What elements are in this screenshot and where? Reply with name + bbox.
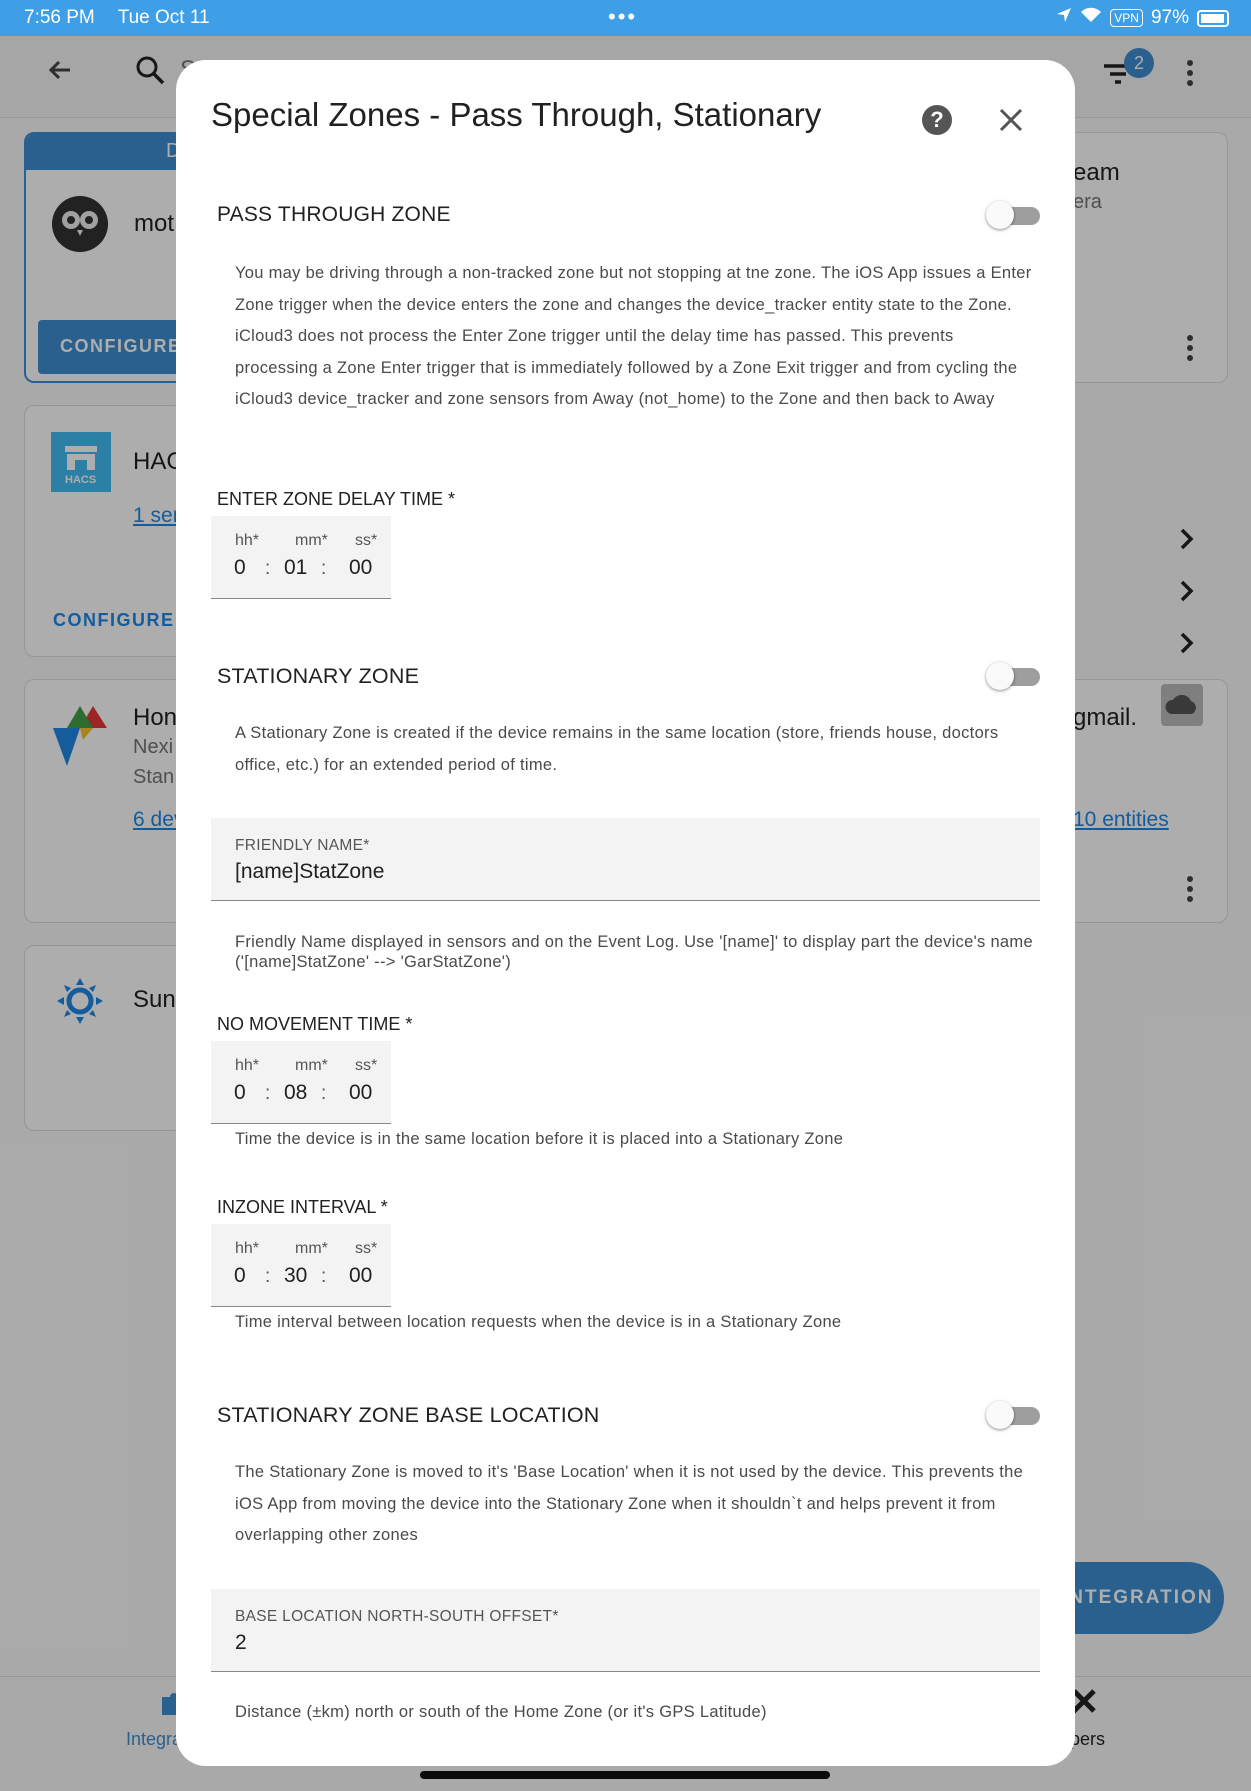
friendly-name-label: FRIENDLY NAME* (235, 837, 370, 854)
hours-label: hh* (235, 1057, 260, 1074)
special-zones-dialog: Special Zones - Pass Through, Stationary… (176, 60, 1075, 1766)
pass-through-toggle[interactable] (986, 201, 1040, 229)
ns-offset-field[interactable]: BASE LOCATION NORTH-SOUTH OFFSET* 2 (211, 1589, 1040, 1672)
minutes-value[interactable]: 08 (284, 1081, 307, 1105)
status-time: 7:56 PM (24, 7, 95, 28)
no-movement-time-input[interactable]: hh* mm* ss* 0 : 08 : 00 (211, 1041, 391, 1124)
seconds-value[interactable]: 00 (349, 556, 372, 580)
battery-percent: 97% (1150, 7, 1189, 28)
base-location-description: The Stationary Zone is moved to it's 'Ba… (235, 1463, 1024, 1544)
seconds-label: ss* (355, 532, 378, 549)
seconds-label: ss* (355, 1057, 378, 1074)
ns-offset-label: BASE LOCATION NORTH-SOUTH OFFSET* (235, 1608, 559, 1625)
minutes-value[interactable]: 01 (284, 556, 307, 580)
hours-value[interactable]: 0 (234, 556, 246, 580)
stationary-zone-toggle[interactable] (986, 662, 1040, 690)
multitasking-dots[interactable]: ••• (608, 4, 637, 30)
minutes-label: mm* (295, 1057, 328, 1074)
seconds-value[interactable]: 00 (349, 1264, 372, 1288)
minutes-label: mm* (295, 532, 328, 549)
enter-zone-delay-input[interactable]: hh* mm* ss* 0 : 01 : 00 (211, 516, 391, 599)
pass-through-title: PASS THROUGH ZONE (217, 203, 451, 226)
stationary-zone-title: STATIONARY ZONE (217, 664, 420, 688)
no-movement-time-label: NO MOVEMENT TIME * (217, 1014, 413, 1034)
seconds-label: ss* (355, 1240, 378, 1257)
enter-zone-delay-label: ENTER ZONE DELAY TIME * (217, 489, 456, 509)
hours-label: hh* (235, 1240, 260, 1257)
no-movement-helper: Time the device is in the same location … (235, 1130, 844, 1148)
battery-icon (1197, 9, 1229, 27)
friendly-name-helper: Friendly Name displayed in sensors and o… (235, 933, 1033, 971)
ns-offset-value[interactable]: 2 (235, 1631, 247, 1655)
dialog-title: Special Zones - Pass Through, Stationary (211, 96, 822, 133)
wifi-icon (1080, 7, 1102, 29)
hours-value[interactable]: 0 (234, 1264, 246, 1288)
ns-offset-helper: Distance (±km) north or south of the Hom… (235, 1703, 767, 1721)
base-location-toggle[interactable] (986, 1401, 1040, 1429)
help-icon[interactable]: ? (922, 105, 952, 135)
friendly-name-field[interactable]: FRIENDLY NAME* [name]StatZone (211, 818, 1040, 901)
friendly-name-value[interactable]: [name]StatZone (235, 860, 384, 884)
inzone-interval-label: INZONE INTERVAL * (217, 1197, 388, 1217)
hours-value[interactable]: 0 (234, 1081, 246, 1105)
inzone-interval-input[interactable]: hh* mm* ss* 0 : 30 : 00 (211, 1224, 391, 1307)
location-icon (1056, 7, 1072, 29)
stationary-zone-description: A Stationary Zone is created if the devi… (235, 724, 999, 774)
base-location-title: STATIONARY ZONE BASE LOCATION (217, 1403, 600, 1427)
close-icon[interactable] (998, 98, 1024, 142)
seconds-value[interactable]: 00 (349, 1081, 372, 1105)
minutes-value[interactable]: 30 (284, 1264, 307, 1288)
status-date: Tue Oct 11 (117, 7, 210, 28)
status-bar: 7:56 PM Tue Oct 11 ••• VPN 97% (0, 0, 1251, 36)
hours-label: hh* (235, 532, 260, 549)
minutes-label: mm* (295, 1240, 328, 1257)
inzone-interval-helper: Time interval between location requests … (235, 1313, 842, 1331)
vpn-badge: VPN (1110, 9, 1143, 27)
pass-through-description: You may be driving through a non-tracked… (235, 264, 1032, 408)
